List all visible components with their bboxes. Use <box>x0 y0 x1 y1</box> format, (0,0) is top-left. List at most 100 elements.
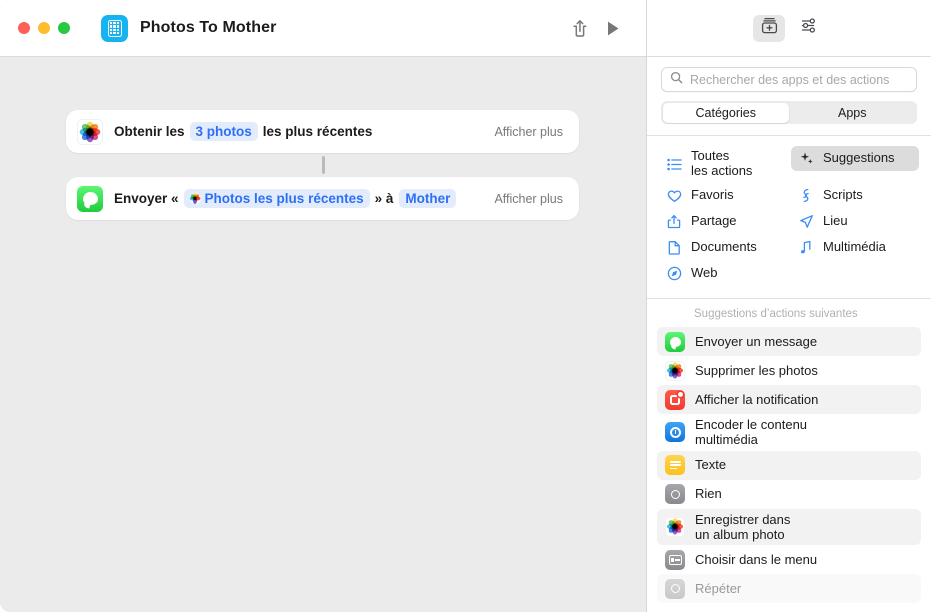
category-grid: Toutes les actions Suggestions Favoris S… <box>647 136 931 298</box>
list-item[interactable]: Rien <box>657 480 921 509</box>
notification-app-icon <box>665 389 685 410</box>
sidebar-item-documents[interactable]: Documents <box>659 235 787 260</box>
share-icon <box>571 18 588 38</box>
list-item-label: Encoder le contenu multimédia <box>695 417 808 448</box>
sidebar-item-web[interactable]: Web <box>659 261 787 286</box>
search-box[interactable] <box>661 67 917 92</box>
action-token-variable[interactable]: Photos les plus récentes <box>183 189 370 208</box>
token-label: Photos les plus récentes <box>204 191 364 206</box>
list-item-label: Choisir dans le menu <box>695 552 818 568</box>
scripts-icon <box>798 188 814 203</box>
photos-app-icon <box>77 118 103 145</box>
traffic-lights <box>18 22 70 34</box>
location-arrow-icon <box>798 214 814 229</box>
sidebar-item-label: Suggestions <box>823 150 895 166</box>
sparkles-icon <box>798 151 814 166</box>
list-item-label: Répéter <box>695 581 742 597</box>
music-note-icon <box>798 240 814 255</box>
action-card[interactable]: Envoyer « Photos les plus récentes » à M… <box>66 177 579 220</box>
sidebar-item-partage[interactable]: Partage <box>659 209 787 234</box>
list-item-label: Rien <box>695 486 722 502</box>
list-bullet-icon <box>666 158 682 171</box>
shortcut-grid-icon <box>101 14 128 42</box>
share-icon <box>666 214 682 229</box>
search-icon <box>670 71 683 89</box>
list-item[interactable]: Texte <box>657 450 921 480</box>
sidebar-item-label: Web <box>691 265 718 281</box>
zoom-button[interactable] <box>58 22 70 34</box>
list-item[interactable]: Afficher la notification <box>657 385 921 414</box>
show-more-button[interactable]: Afficher plus <box>494 125 563 139</box>
window-titlebar: Photos To Mother <box>0 0 646 57</box>
suggestions-header: Suggestions d’actions suivantes <box>694 308 858 320</box>
action-description: Obtenir les 3 photos les plus récentes <box>114 122 372 141</box>
photos-app-icon <box>665 516 685 537</box>
action-middle: » à <box>374 191 394 206</box>
shortcut-details-button[interactable] <box>793 15 825 42</box>
sidebar-item-label: Scripts <box>823 187 863 203</box>
list-item[interactable]: Envoyer un message <box>657 327 921 356</box>
sidebar-item-label: Favoris <box>691 187 734 203</box>
nothing-icon <box>665 484 685 505</box>
search-input[interactable] <box>690 72 908 87</box>
action-connector <box>322 156 325 174</box>
sliders-icon <box>800 16 819 40</box>
safari-compass-icon <box>666 266 682 281</box>
messages-app-icon <box>77 185 103 212</box>
add-action-icon <box>760 16 779 40</box>
messages-app-icon <box>665 331 685 352</box>
sidebar-item-lieu[interactable]: Lieu <box>791 209 919 234</box>
media-encode-icon <box>665 422 685 443</box>
shortcut-editor: Photos To Mother Obtenir les 3 photos le… <box>0 0 646 612</box>
list-item[interactable]: Supprimer les photos <box>657 356 921 385</box>
action-suffix: les plus récentes <box>262 124 373 139</box>
list-item-label: Afficher la notification <box>695 391 819 407</box>
repeat-icon <box>665 578 685 599</box>
action-library-button[interactable] <box>753 14 785 42</box>
play-icon <box>606 20 620 37</box>
sidebar-item-label: Partage <box>691 213 737 229</box>
menu-choose-icon <box>665 549 685 570</box>
page-title: Photos To Mother <box>140 19 277 36</box>
close-button[interactable] <box>18 22 30 34</box>
list-item-label: Envoyer un message <box>695 333 818 349</box>
sidebar-item-scripts[interactable]: Scripts <box>791 183 919 208</box>
panel-toolbar <box>647 0 931 57</box>
sidebar-item-favoris[interactable]: Favoris <box>659 183 787 208</box>
sidebar-item-label: Documents <box>691 239 757 255</box>
suggestions-list[interactable]: Envoyer un message Supprimer les photos <box>647 327 931 612</box>
list-item-label: Enregistrer dans un album photo <box>695 511 791 542</box>
document-icon <box>666 240 682 255</box>
text-icon <box>665 455 685 476</box>
action-prefix: Envoyer « <box>114 191 179 206</box>
action-card[interactable]: Obtenir les 3 photos les plus récentes A… <box>66 110 579 153</box>
action-prefix: Obtenir les <box>114 124 185 139</box>
photos-app-icon <box>665 360 685 381</box>
list-item[interactable]: Encoder le contenu multimédia <box>657 414 921 451</box>
list-item[interactable]: Répéter <box>657 574 921 604</box>
action-description: Envoyer « Photos les plus récentes » à M… <box>114 189 461 208</box>
search-container <box>647 57 931 92</box>
minimize-button[interactable] <box>38 22 50 34</box>
list-item[interactable]: Enregistrer dans un album photo <box>657 508 921 546</box>
share-button[interactable] <box>562 13 596 43</box>
heart-icon <box>666 189 682 203</box>
shortcuts-window: Photos To Mother Obtenir les 3 photos le… <box>0 0 931 612</box>
sidebar-item-toutes-les-actions[interactable]: Toutes les actions <box>659 146 787 182</box>
sidebar-item-label: Lieu <box>823 213 848 229</box>
action-token-recipient[interactable]: Mother <box>399 189 457 208</box>
show-more-button[interactable]: Afficher plus <box>494 192 563 206</box>
sidebar-item-suggestions[interactable]: Suggestions <box>791 146 919 171</box>
photos-app-icon <box>189 193 201 204</box>
tab-categories[interactable]: Catégories <box>662 102 789 123</box>
action-token-count[interactable]: 3 photos <box>189 122 258 141</box>
workflow-canvas: Obtenir les 3 photos les plus récentes A… <box>0 57 646 612</box>
sidebar-item-label: Multimédia <box>823 239 886 255</box>
list-item[interactable]: Choisir dans le menu <box>657 545 921 574</box>
library-mode-segmented-control[interactable]: Catégories Apps <box>661 101 917 124</box>
run-button[interactable] <box>596 13 630 43</box>
tab-apps[interactable]: Apps <box>789 103 916 123</box>
sidebar-item-multimedia[interactable]: Multimédia <box>791 235 919 260</box>
action-library-panel: Catégories Apps Toutesles actions <box>646 0 931 612</box>
list-item-label: Supprimer les photos <box>695 362 818 378</box>
